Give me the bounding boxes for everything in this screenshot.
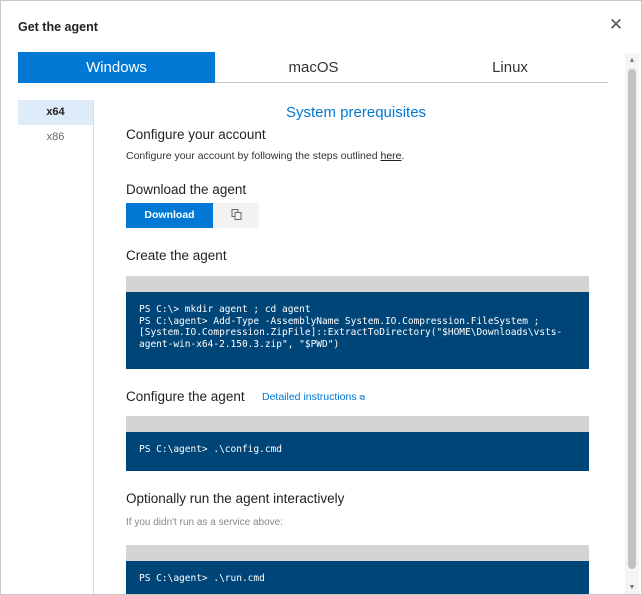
dialog-title: Get the agent: [18, 20, 98, 34]
create-heading: Create the agent: [126, 248, 227, 263]
run-note: If you didn't run as a service above:: [126, 517, 283, 528]
configure-code[interactable]: PS C:\agent> .\config.cmd: [126, 432, 589, 468]
create-code-block: PS C:\> mkdir agent ; cd agent PS C:\age…: [126, 276, 589, 369]
configure-account-description: Configure your account by following the …: [126, 150, 381, 162]
configure-account-heading: Configure your account: [126, 127, 266, 142]
arch-x86[interactable]: x86: [18, 125, 93, 150]
scrollbar-thumb[interactable]: [628, 69, 636, 569]
tab-windows[interactable]: Windows: [18, 52, 215, 83]
configure-heading: Configure the agent: [126, 389, 245, 404]
tab-linux[interactable]: Linux: [412, 52, 608, 83]
os-tabs: Windows macOS Linux: [18, 52, 608, 83]
create-code[interactable]: PS C:\> mkdir agent ; cd agent PS C:\age…: [126, 292, 589, 362]
run-code-block: PS C:\agent> .\run.cmd: [126, 545, 589, 594]
code-header-bar: [126, 276, 589, 292]
arch-x64[interactable]: x64: [18, 100, 93, 125]
configure-account-text: Configure your account by following the …: [126, 150, 404, 162]
get-agent-dialog: Get the agent ✕ Windows macOS Linux x64 …: [0, 0, 642, 595]
download-heading: Download the agent: [126, 182, 247, 197]
scroll-down-icon[interactable]: ▼: [627, 583, 637, 593]
detailed-instructions-label: Detailed instructions: [262, 391, 357, 403]
copy-link-button[interactable]: [213, 203, 259, 228]
configure-account-suffix: .: [401, 150, 405, 162]
close-icon[interactable]: ✕: [607, 16, 625, 34]
system-prerequisites-link[interactable]: System prerequisites: [286, 104, 426, 121]
copy-icon: [231, 207, 242, 225]
here-link[interactable]: here: [381, 150, 402, 162]
scrollbar[interactable]: ▲ ▼: [625, 53, 639, 594]
run-code[interactable]: PS C:\agent> .\run.cmd: [126, 561, 589, 594]
configure-code-block: PS C:\agent> .\config.cmd: [126, 416, 589, 471]
scroll-up-icon[interactable]: ▲: [627, 56, 637, 66]
download-button[interactable]: Download: [126, 203, 213, 228]
detailed-instructions-link[interactable]: Detailed instructions ⧉: [262, 391, 365, 403]
external-link-icon: ⧉: [359, 393, 366, 402]
architecture-list: x64 x86: [18, 100, 94, 594]
tab-macos[interactable]: macOS: [215, 52, 412, 83]
run-heading: Optionally run the agent interactively: [126, 491, 345, 506]
code-header-bar: [126, 545, 589, 561]
code-header-bar: [126, 416, 589, 432]
